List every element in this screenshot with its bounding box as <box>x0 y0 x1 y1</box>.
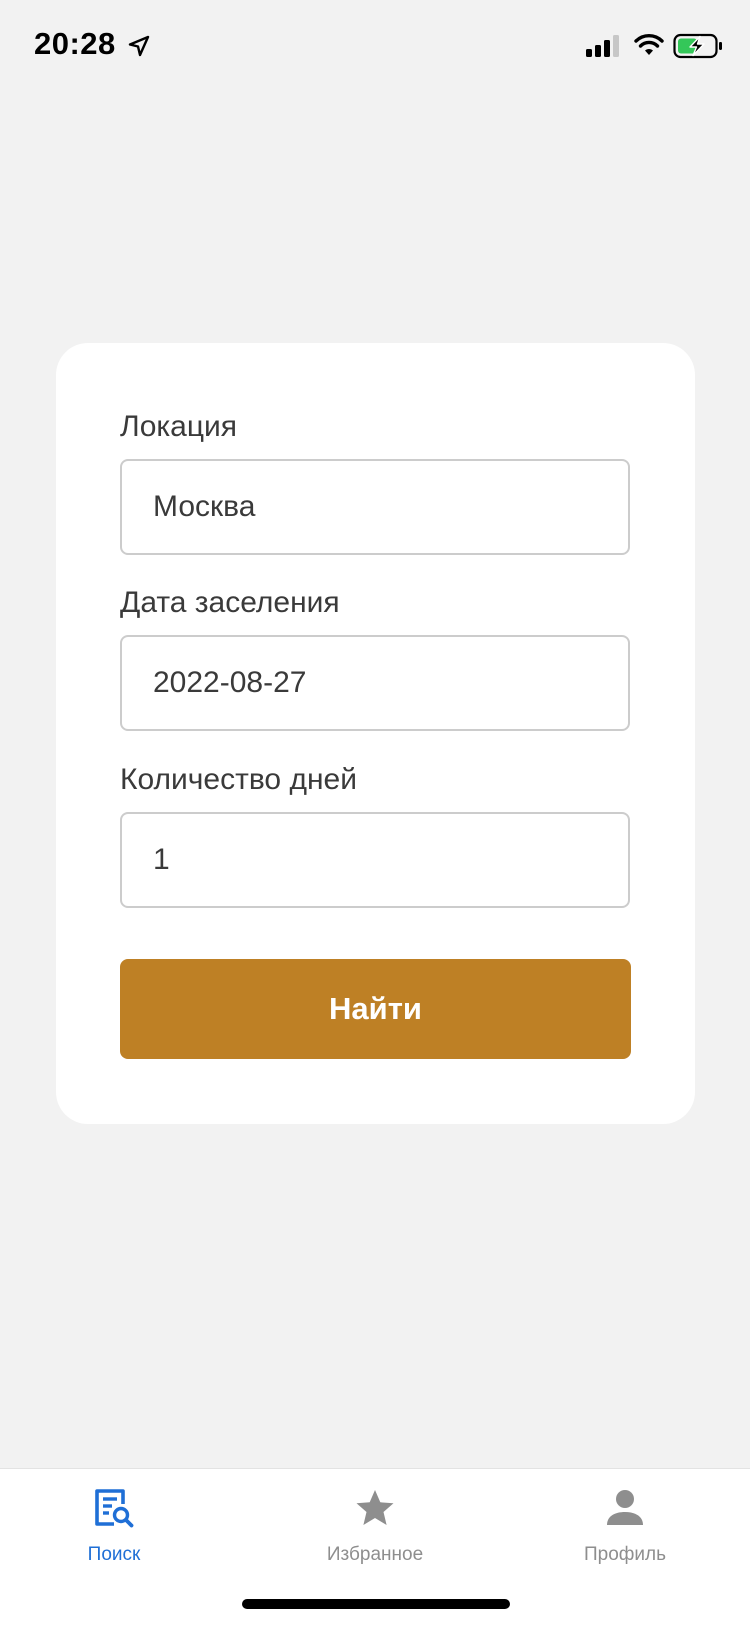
location-arrow-icon <box>128 35 150 57</box>
tab-profile-label: Профиль <box>583 1544 667 1565</box>
location-label: Локация <box>120 410 238 443</box>
days-count-field[interactable] <box>120 812 630 908</box>
tab-bar: Поиск Избранное Профиль <box>0 1468 750 1625</box>
check-in-date-label: Дата заселения <box>120 586 340 619</box>
status-time: 20:28 <box>34 26 116 61</box>
tab-search[interactable]: Поиск <box>0 1469 250 1579</box>
status-bar: 20:28 <box>0 0 750 92</box>
days-count-input[interactable] <box>122 814 628 906</box>
person-icon <box>607 1490 643 1525</box>
home-indicator <box>242 1599 510 1609</box>
search-button[interactable]: Найти <box>120 959 631 1059</box>
days-count-label: Количество дней <box>120 763 357 796</box>
wifi-icon <box>634 34 664 55</box>
tab-search-label: Поиск <box>87 1544 141 1565</box>
search-form-card: Локация Дата заселения Количество дней Н… <box>56 343 695 1124</box>
check-in-date-field[interactable] <box>120 635 630 731</box>
star-icon <box>356 1490 394 1525</box>
signal-icon <box>586 35 619 57</box>
tab-favorites-label: Избранное <box>326 1544 424 1565</box>
tab-profile[interactable]: Профиль <box>500 1469 750 1579</box>
check-in-date-input[interactable] <box>122 637 628 729</box>
location-field[interactable] <box>120 459 630 555</box>
search-document-icon <box>95 1489 134 1528</box>
battery-charging-icon <box>673 33 722 59</box>
tab-favorites[interactable]: Избранное <box>250 1469 500 1579</box>
location-input[interactable] <box>122 461 628 553</box>
